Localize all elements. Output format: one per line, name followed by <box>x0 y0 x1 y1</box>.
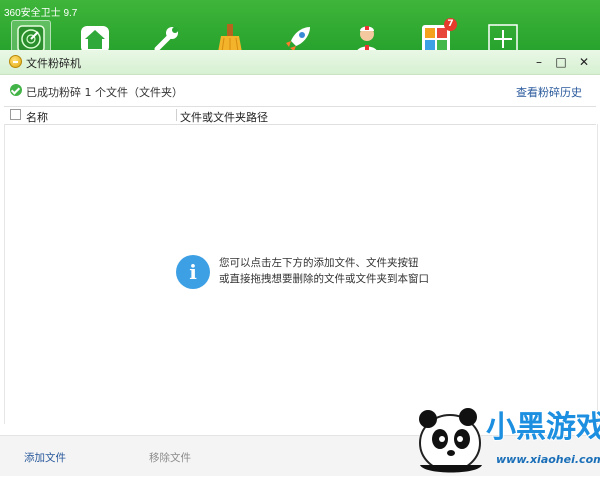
maximize-button[interactable]: □ <box>552 53 570 71</box>
empty-hint-line: 您可以点击左下方的添加文件、文件夹按钮 <box>219 257 419 269</box>
minimize-button[interactable]: – <box>530 53 548 71</box>
view-history-link[interactable]: 查看粉碎历史 <box>516 84 582 100</box>
column-header-name[interactable]: 名称 <box>26 109 48 125</box>
dialog-title: 文件粉碎机 <box>26 57 81 70</box>
file-list-area[interactable]: i 您可以点击左下方的添加文件、文件夹按钮 或直接拖拽想要删除的文件或文件夹到本… <box>4 124 598 424</box>
column-divider[interactable] <box>176 109 177 121</box>
site-watermark-logo: 小黑游戏 www.xiaohei.com <box>404 395 600 475</box>
status-row: 已成功粉碎 1 个文件（文件夹） 查看粉碎历史 <box>0 81 600 101</box>
svg-text:www.xiaohei.com: www.xiaohei.com <box>496 453 600 466</box>
status-text: 已成功粉碎 1 个文件（文件夹） <box>26 86 183 99</box>
empty-hint-line: 或直接拖拽想要删除的文件或文件夹到本窗口 <box>219 273 429 285</box>
shredder-icon <box>9 55 22 68</box>
notification-badge: 7 <box>444 18 457 31</box>
close-button[interactable]: ✕ <box>575 53 593 71</box>
dialog-titlebar: 文件粉碎机 – □ ✕ <box>0 50 600 75</box>
app-title: 360安全卫士 9.7 <box>4 8 78 19</box>
column-header-path[interactable]: 文件或文件夹路径 <box>180 109 268 125</box>
table-header: 名称 文件或文件夹路径 <box>4 106 596 125</box>
remove-file-button[interactable]: 移除文件 <box>149 450 191 465</box>
info-icon: i <box>176 255 210 289</box>
svg-text:小黑游戏: 小黑游戏 <box>486 410 600 445</box>
add-file-button[interactable]: 添加文件 <box>24 450 66 465</box>
empty-hint: 您可以点击左下方的添加文件、文件夹按钮 或直接拖拽想要删除的文件或文件夹到本窗口 <box>219 255 429 287</box>
select-all-checkbox[interactable] <box>10 109 21 120</box>
success-check-icon <box>10 84 22 96</box>
